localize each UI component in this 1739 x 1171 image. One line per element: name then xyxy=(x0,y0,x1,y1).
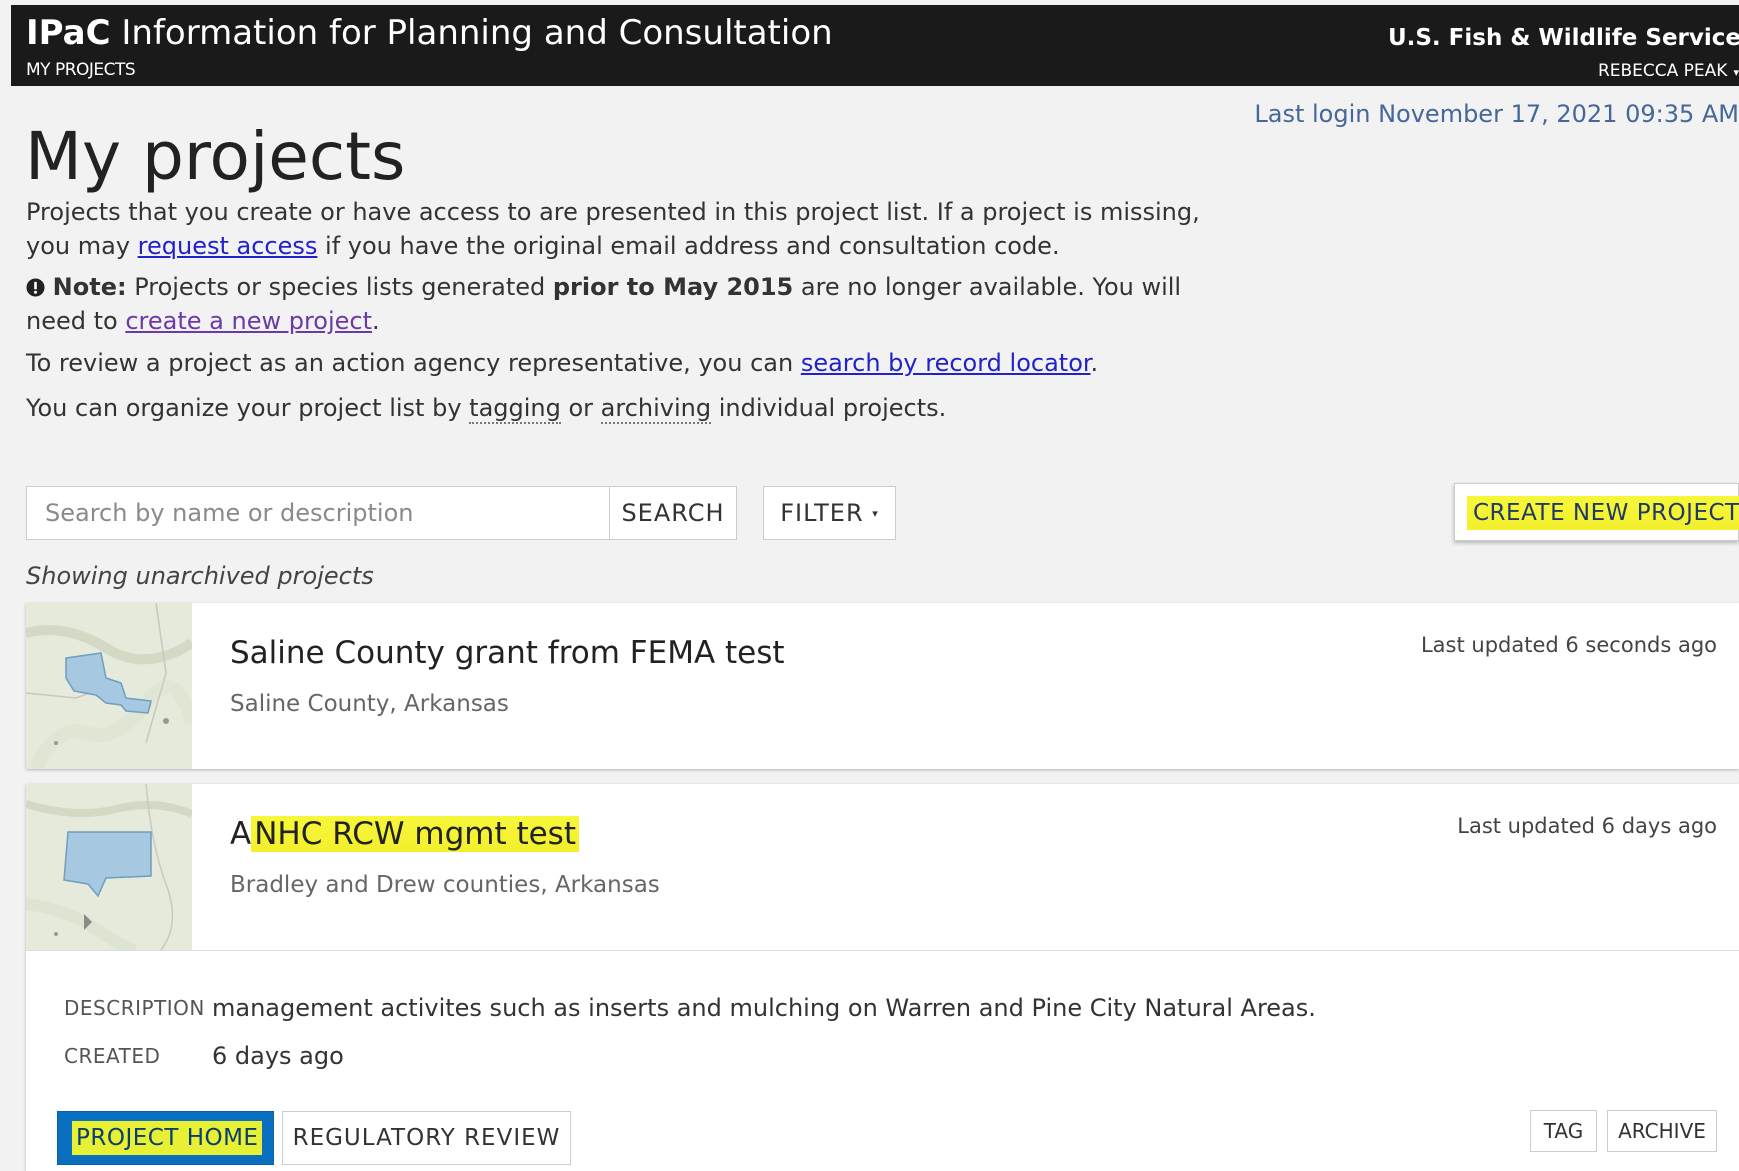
record-locator-text: To review a project as an action agency … xyxy=(26,349,801,377)
project-home-button[interactable]: PROJECT HOME xyxy=(57,1111,274,1165)
agency-name[interactable]: U.S. Fish & Wildlife Service xyxy=(1388,25,1739,51)
project-home-label: PROJECT HOME xyxy=(72,1121,263,1155)
tag-button[interactable]: TAG xyxy=(1530,1110,1597,1152)
request-access-link[interactable]: request access xyxy=(138,232,318,260)
project-location: Saline County, Arkansas xyxy=(230,691,509,717)
filter-dropdown-button[interactable]: FILTER ▾ xyxy=(763,486,896,540)
brand[interactable]: IPaC Information for Planning and Consul… xyxy=(26,13,833,53)
user-menu[interactable]: REBECCA PEAK ▾ xyxy=(1598,61,1739,81)
last-login: Last login November 17, 2021 09:35 AM xyxy=(1254,100,1739,128)
create-new-project-label: CREATE NEW PROJECT xyxy=(1467,496,1739,530)
nav-my-projects[interactable]: MY PROJECTS xyxy=(26,60,136,80)
brand-full-name: Information for Planning and Consultatio… xyxy=(121,13,833,53)
project-title[interactable]: Saline County grant from FEMA test xyxy=(230,635,785,671)
search-record-locator-link[interactable]: search by record locator xyxy=(801,349,1091,377)
note-bold-date: prior to May 2015 xyxy=(552,273,794,301)
user-name: REBECCA PEAK xyxy=(1597,61,1728,81)
created-label: CREATED xyxy=(64,1044,161,1068)
project-title-start: A xyxy=(230,816,252,852)
note-end: . xyxy=(372,307,380,335)
tagging-term[interactable]: tagging xyxy=(469,394,561,424)
description-label: DESCRIPTION xyxy=(64,996,205,1020)
project-last-updated: Last updated 6 days ago xyxy=(1457,814,1717,838)
record-locator-paragraph: To review a project as an action agency … xyxy=(26,346,1246,380)
project-card[interactable]: Saline County grant from FEMA test Salin… xyxy=(26,603,1739,769)
archive-button[interactable]: ARCHIVE xyxy=(1607,1110,1717,1152)
page-title: My projects xyxy=(25,118,406,195)
project-title[interactable]: ANHC RCW mgmt test xyxy=(230,816,579,852)
project-map-thumbnail[interactable] xyxy=(26,603,192,769)
note-label: Note: xyxy=(52,273,127,301)
project-title-highlighted: NHC RCW mgmt test xyxy=(251,816,579,852)
create-new-project-link[interactable]: create a new project xyxy=(125,307,372,335)
project-last-updated: Last updated 6 seconds ago xyxy=(1420,633,1717,657)
organize-text-end: individual projects. xyxy=(711,394,947,422)
search-input[interactable] xyxy=(26,486,610,540)
brand-short: IPaC xyxy=(26,13,111,53)
caret-down-icon: ▾ xyxy=(872,507,879,520)
exclamation-circle-icon xyxy=(26,278,45,297)
note-text: Projects or species lists generated xyxy=(126,273,553,301)
project-location: Bradley and Drew counties, Arkansas xyxy=(230,872,660,898)
intro-text-end: if you have the original email address a… xyxy=(317,232,1060,260)
archiving-term[interactable]: archiving xyxy=(600,394,712,424)
top-header: IPaC Information for Planning and Consul… xyxy=(11,5,1739,86)
organize-paragraph: You can organize your project list by ta… xyxy=(26,391,1246,425)
description-value: management activites such as inserts and… xyxy=(212,994,1316,1022)
filter-label: FILTER xyxy=(780,499,864,527)
intro-paragraph: Projects that you create or have access … xyxy=(26,195,1246,263)
card-divider xyxy=(26,950,1739,951)
showing-filter-text: Showing unarchived projects xyxy=(26,562,374,590)
record-locator-end: . xyxy=(1090,349,1099,377)
app-frame: IPaC Information for Planning and Consul… xyxy=(0,0,1739,1171)
regulatory-review-button[interactable]: REGULATORY REVIEW xyxy=(282,1111,571,1165)
caret-down-icon: ▾ xyxy=(1733,66,1739,79)
organize-or: or xyxy=(560,394,601,422)
created-value: 6 days ago xyxy=(212,1042,344,1070)
organize-text: You can organize your project list by xyxy=(26,394,470,422)
project-map-thumbnail[interactable] xyxy=(26,784,192,950)
note-paragraph: Note: Projects or species lists generate… xyxy=(26,270,1246,338)
project-card-expanded[interactable]: ANHC RCW mgmt test Bradley and Drew coun… xyxy=(26,784,1739,1171)
create-new-project-button[interactable]: CREATE NEW PROJECT xyxy=(1454,483,1739,541)
search-button[interactable]: SEARCH xyxy=(609,486,737,540)
